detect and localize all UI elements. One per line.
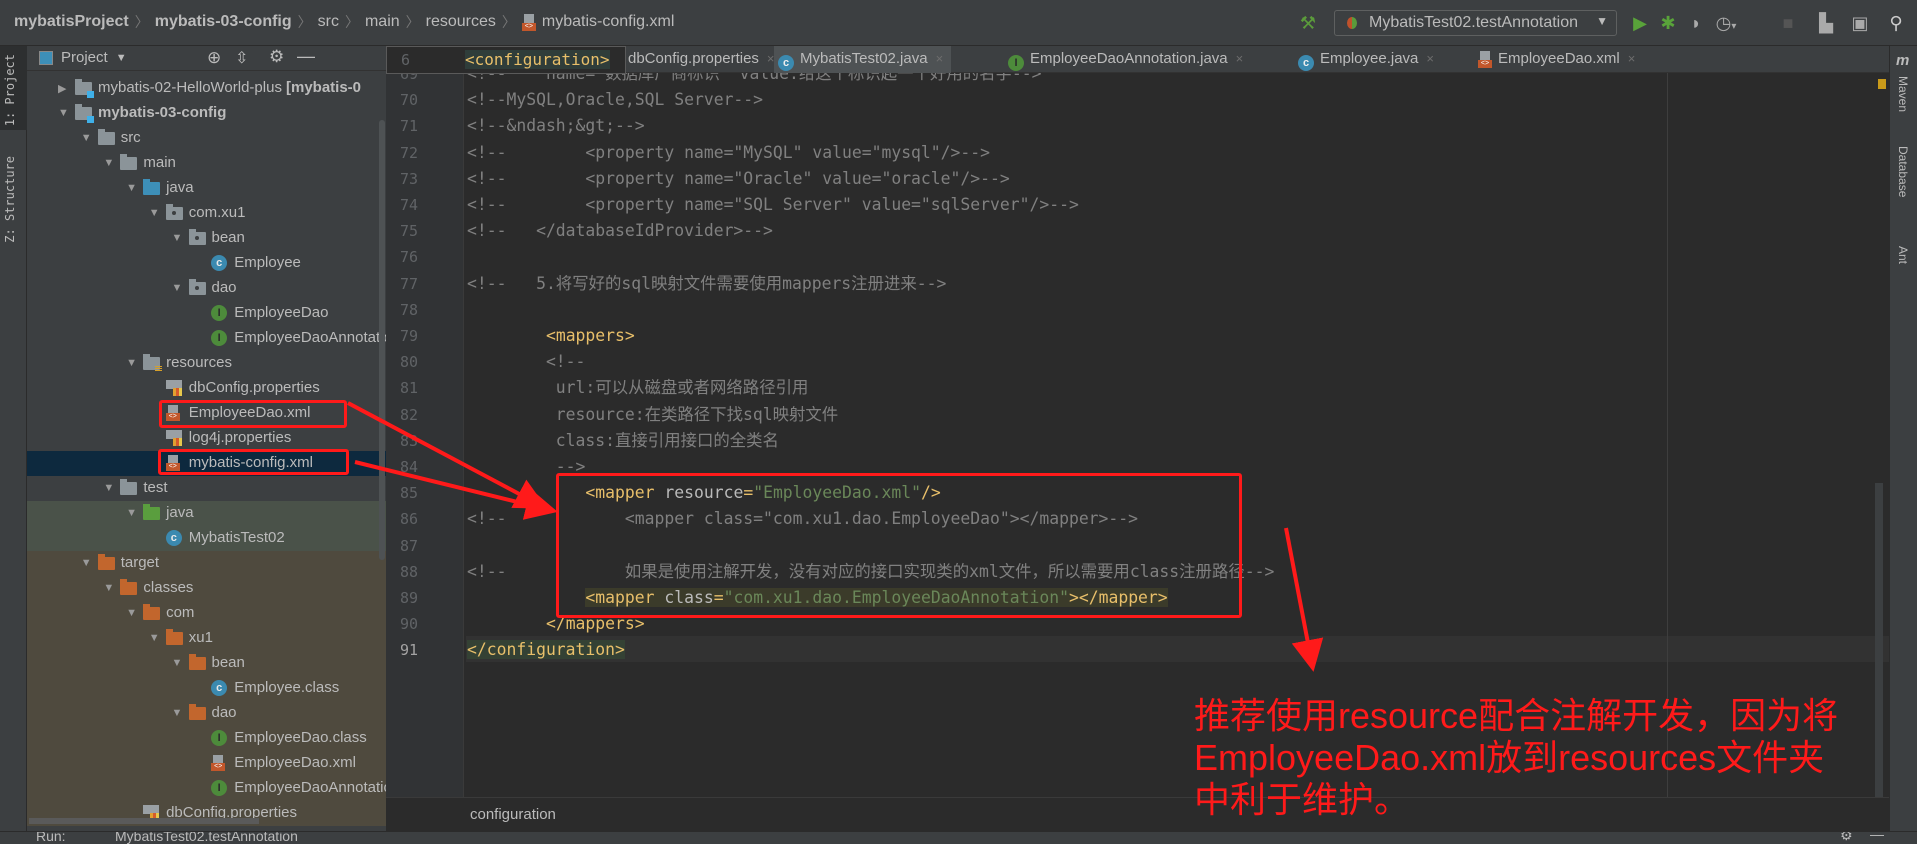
annotation-line: 推荐使用resource配合注解开发，因为将 [1194,695,1839,736]
arrow-down-to-note [1284,527,1324,672]
arrow-from-employeedao-xml [347,401,548,509]
annotation-note: 推荐使用resource配合注解开发，因为将 EmployeeDao.xml放到… [1194,695,1838,821]
annotation-line: 中利于维护。 [1194,779,1411,820]
annotation-line: EmployeeDao.xml放到resources文件夹 [1194,737,1825,778]
arrow-from-mybatis-config [354,460,558,520]
